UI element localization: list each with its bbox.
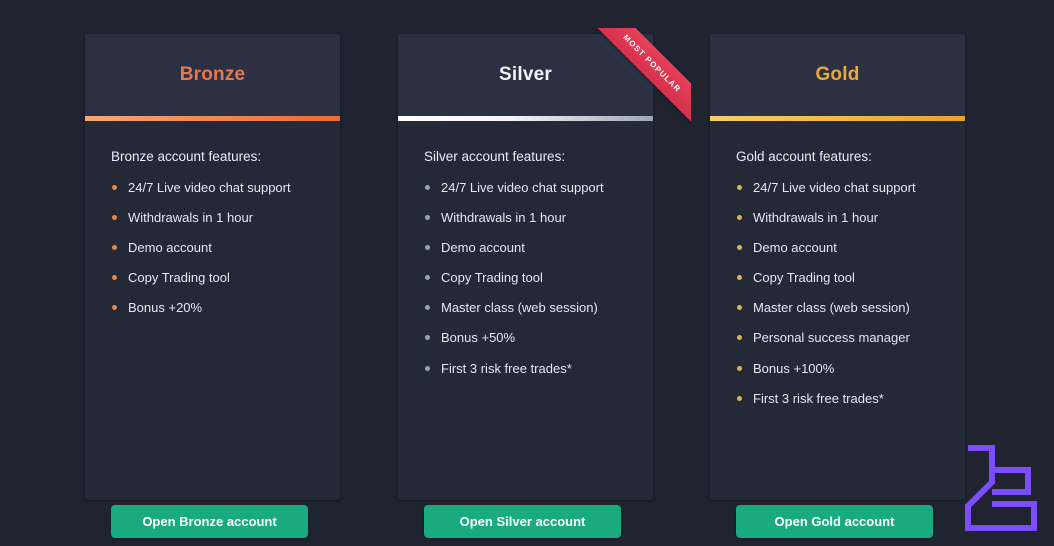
feature-label: 24/7 Live video chat support bbox=[441, 180, 604, 195]
card-body-bronze: Bronze account features: 24/7 Live video… bbox=[85, 121, 340, 538]
feature-label: Demo account bbox=[441, 240, 525, 256]
open-silver-account-button[interactable]: Open Silver account bbox=[424, 505, 621, 538]
feature-label: Master class (web session) bbox=[441, 300, 598, 316]
feature-label: 24/7 Live video chat support bbox=[753, 180, 916, 195]
features-heading-gold: Gold account features: bbox=[736, 149, 872, 164]
feature-item: 24/7 Live video chat support bbox=[111, 180, 314, 196]
feature-item: Withdrawals in 1 hour bbox=[736, 210, 939, 226]
plan-title-silver: Silver bbox=[499, 64, 552, 85]
card-header-silver: Silver MOST POPULAR bbox=[398, 28, 691, 124]
feature-label: First 3 risk free trades* bbox=[441, 360, 572, 376]
pricing-card-silver: Silver MOST POPULAR Silver account featu… bbox=[398, 28, 691, 538]
plan-title-bronze: Bronze bbox=[179, 64, 246, 85]
feature-label: Copy Trading tool bbox=[753, 270, 855, 286]
feature-list-gold: 24/7 Live video chat support Withdrawals… bbox=[736, 180, 939, 406]
feature-label: Copy Trading tool bbox=[128, 270, 230, 286]
ribbon-band: MOST POPULAR bbox=[595, 28, 691, 124]
bullet-dot-icon bbox=[737, 185, 742, 190]
feature-item: Demo account bbox=[424, 240, 627, 256]
bullet-dot-icon bbox=[425, 335, 430, 341]
bullet-dot-icon bbox=[112, 275, 117, 281]
card-body-silver: Silver account features: 24/7 Live video… bbox=[398, 121, 653, 538]
feature-label: Personal success manager bbox=[753, 330, 910, 346]
feature-label: Copy Trading tool bbox=[441, 270, 543, 286]
feature-list-silver: 24/7 Live video chat support Withdrawals… bbox=[424, 180, 627, 376]
bullet-dot-icon bbox=[425, 275, 430, 281]
bullet-dot-icon bbox=[737, 305, 742, 311]
bullet-dot-icon bbox=[112, 245, 117, 251]
bullet-dot-icon bbox=[425, 215, 430, 221]
feature-label: Bonus +100% bbox=[753, 360, 835, 376]
card-body-gold: Gold account features: 24/7 Live video c… bbox=[710, 121, 965, 538]
bullet-dot-icon bbox=[425, 245, 430, 251]
pricing-card-gold: Gold Gold account features: 24/7 Live vi… bbox=[710, 34, 965, 538]
feature-item: Withdrawals in 1 hour bbox=[111, 210, 314, 226]
bullet-dot-icon bbox=[425, 365, 430, 371]
feature-label: Demo account bbox=[753, 240, 837, 256]
pricing-plans-section: Bronze Bronze account features: 24/7 Liv… bbox=[0, 0, 1054, 546]
feature-list-bronze: 24/7 Live video chat support Withdrawals… bbox=[111, 180, 314, 316]
ribbon-label: MOST POPULAR bbox=[621, 32, 683, 95]
feature-item: First 3 risk free trades* bbox=[424, 361, 627, 377]
feature-item: Bonus +20% bbox=[111, 300, 314, 316]
bullet-dot-icon bbox=[425, 305, 430, 311]
feature-label: Withdrawals in 1 hour bbox=[753, 210, 878, 226]
card-header-gold: Gold bbox=[710, 34, 965, 116]
bullet-dot-icon bbox=[737, 215, 742, 221]
feature-item: Bonus +100% bbox=[736, 361, 939, 377]
open-bronze-account-button[interactable]: Open Bronze account bbox=[111, 505, 308, 538]
plan-title-gold: Gold bbox=[815, 64, 860, 85]
feature-item: Demo account bbox=[736, 240, 939, 256]
features-heading-bronze: Bronze account features: bbox=[111, 149, 262, 164]
feature-label: First 3 risk free trades* bbox=[753, 390, 884, 406]
bullet-dot-icon bbox=[737, 365, 742, 371]
feature-item: 24/7 Live video chat support bbox=[424, 180, 627, 196]
brand-logo-icon bbox=[962, 442, 1040, 534]
feature-label: Bonus +20% bbox=[128, 300, 203, 316]
bullet-dot-icon bbox=[737, 275, 742, 281]
feature-item: Demo account bbox=[111, 240, 314, 256]
feature-item: Bonus +50% bbox=[424, 330, 627, 346]
feature-item: First 3 risk free trades* bbox=[736, 391, 939, 407]
feature-item: Personal success manager bbox=[736, 330, 939, 346]
bullet-dot-icon bbox=[112, 185, 117, 190]
feature-label: Bonus +50% bbox=[441, 330, 516, 346]
most-popular-ribbon: MOST POPULAR bbox=[595, 28, 691, 124]
features-heading-silver: Silver account features: bbox=[424, 149, 566, 164]
bullet-dot-icon bbox=[112, 215, 117, 221]
bullet-dot-icon bbox=[737, 335, 742, 341]
bullet-dot-icon bbox=[737, 395, 742, 401]
feature-item: Copy Trading tool bbox=[736, 270, 939, 286]
feature-label: Demo account bbox=[128, 240, 212, 256]
bullet-dot-icon bbox=[112, 305, 117, 311]
feature-label: Master class (web session) bbox=[753, 300, 910, 316]
feature-label: Withdrawals in 1 hour bbox=[441, 210, 566, 226]
feature-label: 24/7 Live video chat support bbox=[128, 180, 291, 195]
feature-item: Copy Trading tool bbox=[424, 270, 627, 286]
bullet-dot-icon bbox=[425, 185, 430, 190]
bullet-dot-icon bbox=[737, 245, 742, 251]
feature-label: Withdrawals in 1 hour bbox=[128, 210, 253, 226]
open-gold-account-button[interactable]: Open Gold account bbox=[736, 505, 933, 538]
pricing-card-bronze: Bronze Bronze account features: 24/7 Liv… bbox=[85, 34, 340, 538]
feature-item: Copy Trading tool bbox=[111, 270, 314, 286]
feature-item: Withdrawals in 1 hour bbox=[424, 210, 627, 226]
feature-item: 24/7 Live video chat support bbox=[736, 180, 939, 196]
card-header-bronze: Bronze bbox=[85, 34, 340, 116]
feature-item: Master class (web session) bbox=[424, 300, 627, 316]
feature-item: Master class (web session) bbox=[736, 300, 939, 316]
